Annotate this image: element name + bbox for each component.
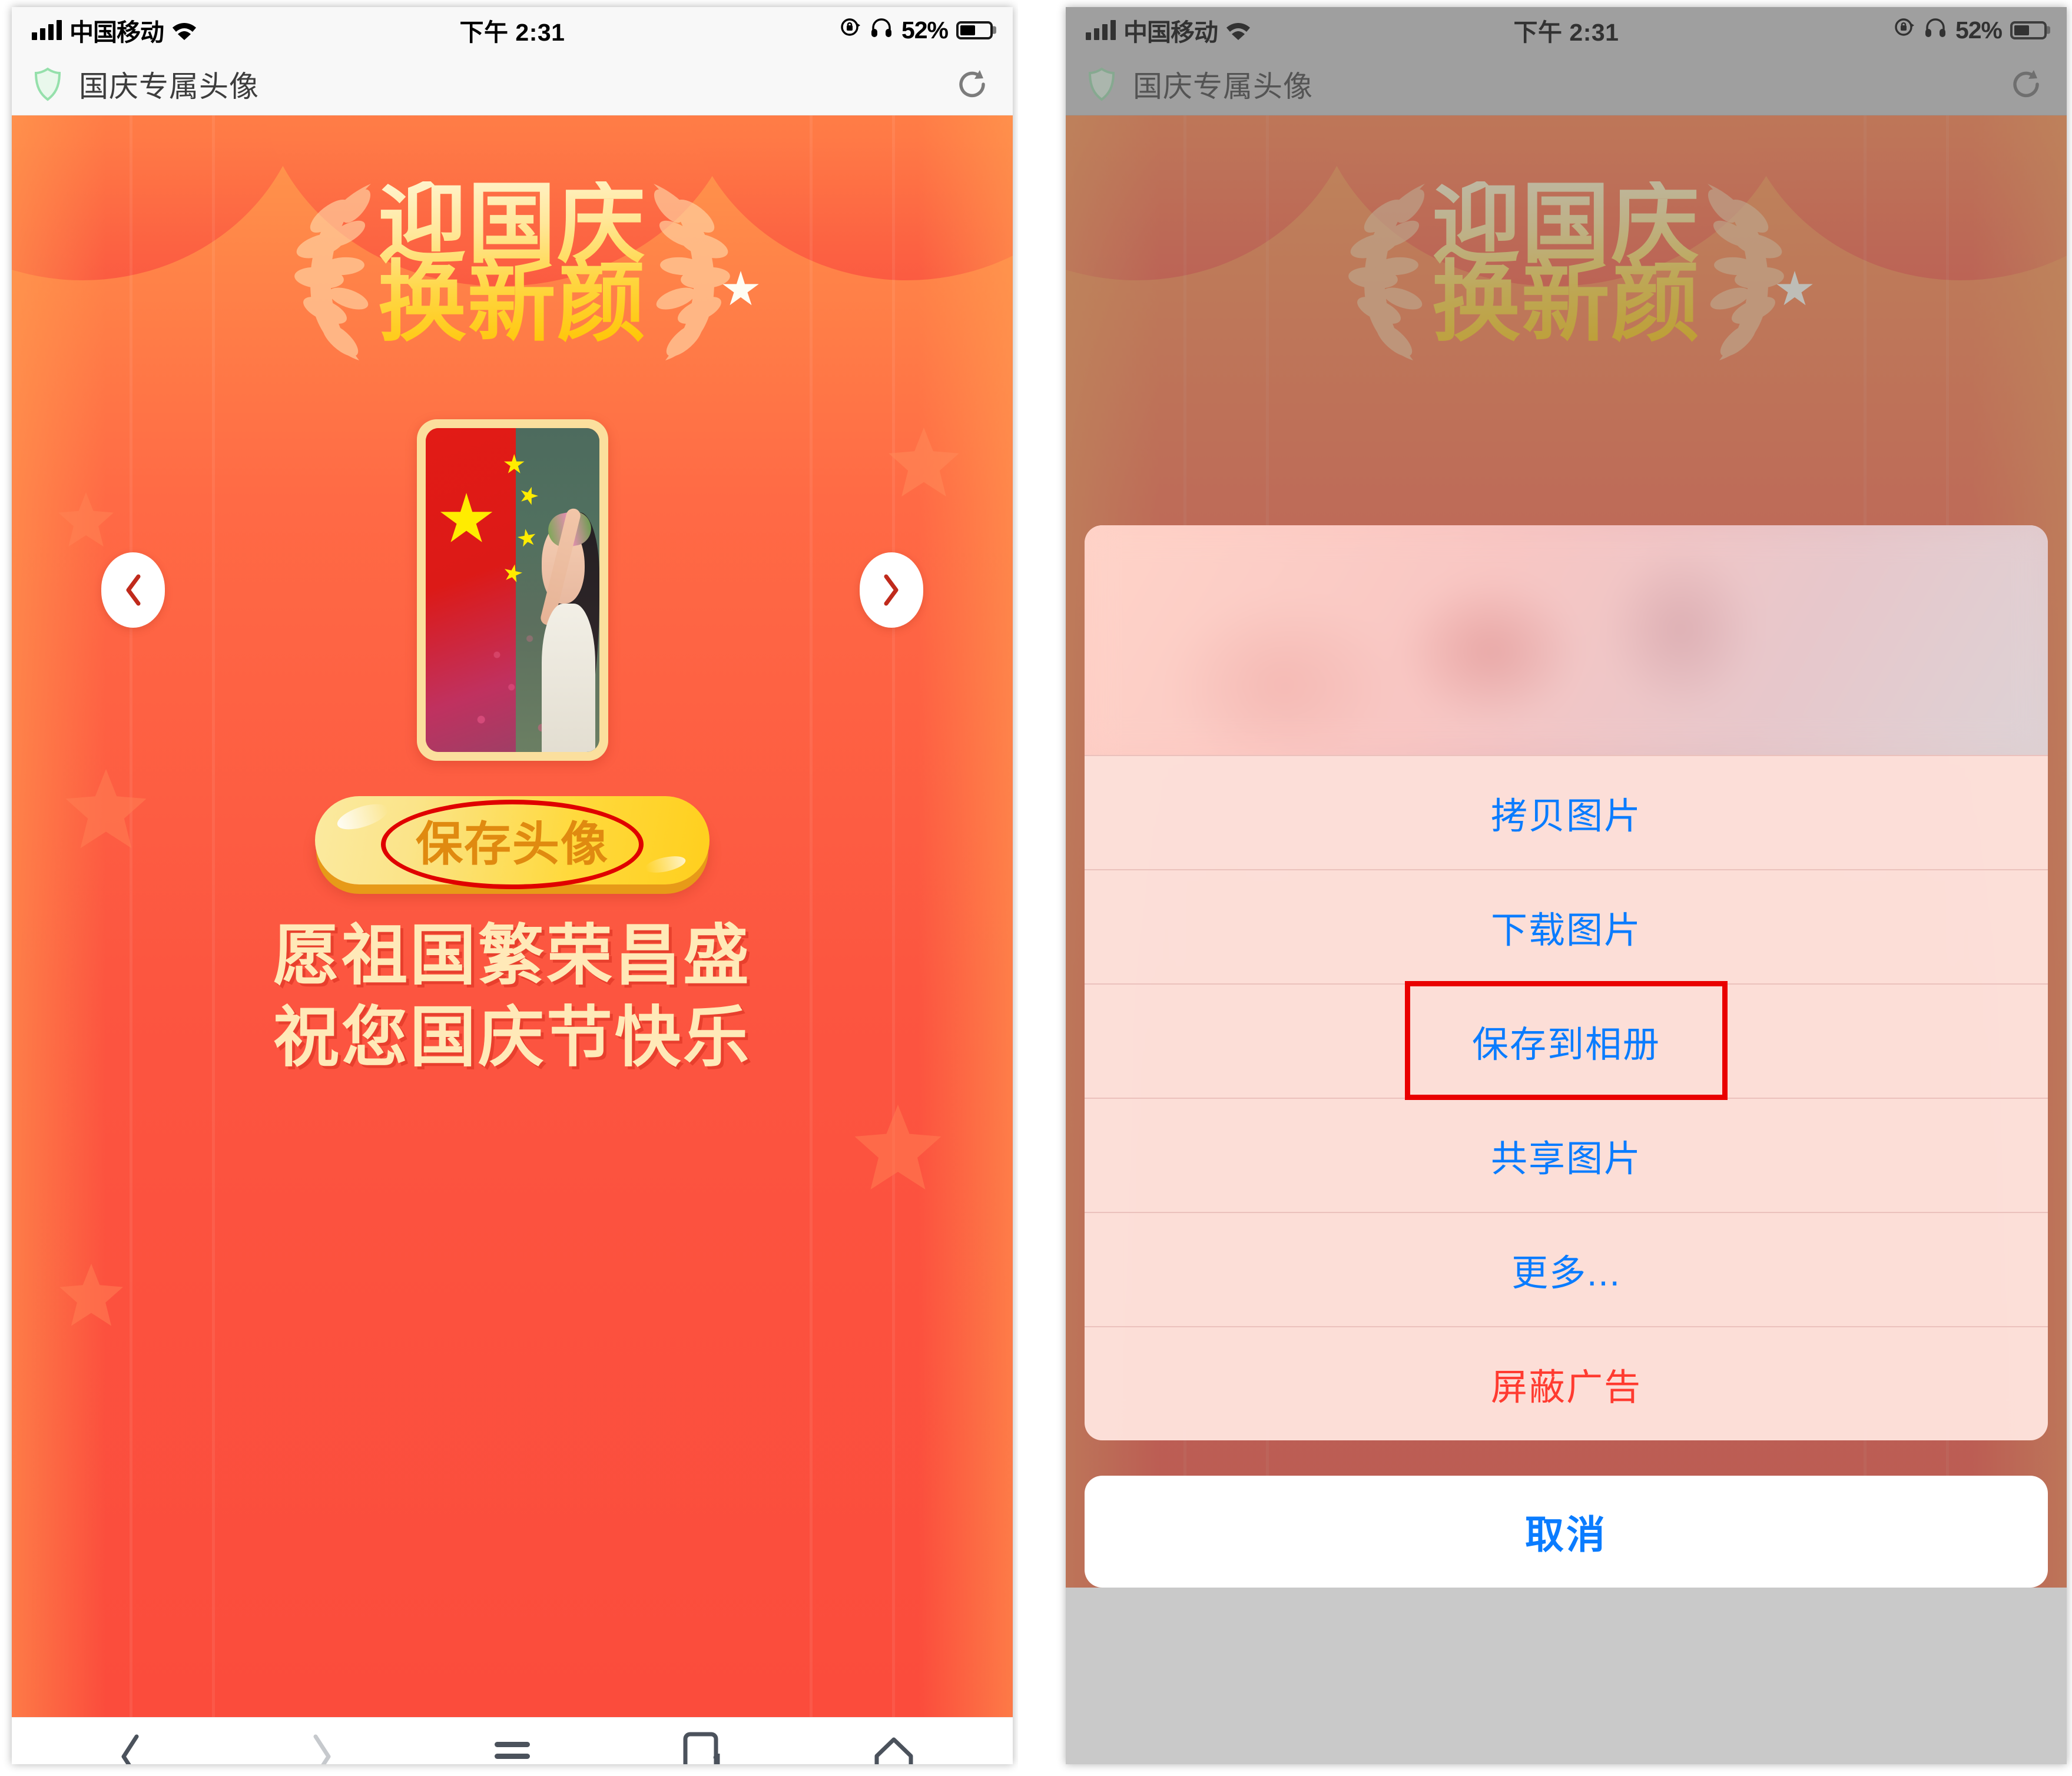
slogan-block: 愿祖国繁荣昌盛 祝您国庆节快乐 [12, 915, 1013, 1079]
rotation-lock-icon [839, 16, 861, 44]
browser-bottom-toolbar: 1 [12, 1717, 1013, 1764]
reload-icon[interactable] [953, 65, 992, 104]
webpage-content: 迎国庆 换新颜 [12, 115, 1013, 1717]
browser-tabs-button[interactable]: 1 [671, 1724, 735, 1765]
action-sheet-item-label: 拷贝图片 [1490, 796, 1642, 837]
browser-forward-button[interactable] [289, 1724, 354, 1764]
shield-icon [33, 67, 62, 101]
phone-screen-left: 中国移动 下午 2:31 52% 国庆专属头像 迎国庆 换新颜 保存头像 愿祖国… [0, 0, 1018, 1776]
action-sheet-item-block-ads[interactable]: 屏蔽广告 [1085, 1326, 2048, 1440]
screenshot-stage: 中国移动 下午 2:31 52% 国庆专属头像 迎国庆 换新颜 保存头像 愿祖国… [0, 0, 2072, 1776]
back-icon [121, 1734, 139, 1764]
browser-home-button[interactable] [861, 1724, 926, 1764]
action-sheet-item-label: 下载图片 [1490, 910, 1642, 951]
headline-line-2: 换新颜 [377, 251, 647, 354]
action-sheet-cancel-button[interactable]: 取消 [1085, 1476, 2048, 1588]
banner-headline-block: 迎国庆 换新颜 [12, 146, 1013, 382]
annotation-ellipse [381, 800, 644, 889]
page-title: 国庆专属头像 [79, 69, 259, 103]
banner-headline: 迎国庆 换新颜 [378, 181, 647, 346]
chevron-right-icon [884, 574, 899, 606]
home-icon [874, 1737, 913, 1764]
slogan-line-1: 愿祖国繁荣昌盛 [273, 917, 751, 994]
action-sheet-item-label: 共享图片 [1490, 1139, 1642, 1179]
action-sheet-item-copy-image[interactable]: 拷贝图片 [1085, 755, 2048, 869]
carousel-prev-button[interactable] [101, 552, 165, 628]
status-bar-right: 52% [839, 16, 993, 44]
save-avatar-block: 保存头像 [12, 796, 1013, 889]
forward-icon [313, 1734, 331, 1764]
chevron-left-icon [126, 574, 141, 606]
action-sheet-item-label: 更多... [1511, 1253, 1621, 1294]
action-sheet-item-share-image[interactable]: 共享图片 [1085, 1098, 2048, 1212]
status-bar: 中国移动 下午 2:31 52% [12, 7, 1013, 53]
tabs-icon: 1 [683, 1732, 725, 1765]
headphones-icon [870, 16, 893, 44]
bottom-dim-area [1066, 1588, 2067, 1764]
action-sheet: 拷贝图片 下载图片 保存到相册 共享图片 更多... 屏蔽广告 [1085, 525, 2048, 1440]
phone-screen-right: 中国移动 下午 2:31 52% 国庆专属头像 迎国庆 换新颜 拷贝图片 下载图… [1054, 0, 2072, 1776]
portrait-figure [498, 467, 599, 752]
tab-count-label: 1 [711, 1748, 725, 1765]
action-sheet-preview [1085, 525, 2048, 755]
browser-back-button[interactable] [98, 1724, 163, 1764]
action-sheet-item-label: 屏蔽广告 [1490, 1367, 1642, 1408]
battery-icon [956, 21, 993, 39]
menu-icon [495, 1741, 530, 1759]
slogan-line-2: 祝您国庆节快乐 [273, 999, 751, 1076]
action-sheet-item-label: 保存到相册 [1471, 1025, 1660, 1065]
action-sheet-item-save-to-album[interactable]: 保存到相册 [1085, 983, 2048, 1098]
battery-percent-label: 52% [901, 16, 949, 44]
avatar-preview-frame[interactable] [416, 419, 608, 761]
action-sheet-item-download-image[interactable]: 下载图片 [1085, 869, 2048, 983]
action-sheet-item-more[interactable]: 更多... [1085, 1212, 2048, 1326]
avatar-image [425, 428, 599, 752]
browser-menu-button[interactable] [480, 1724, 545, 1765]
avatar-carousel [12, 402, 1013, 778]
carousel-next-button[interactable] [860, 552, 923, 628]
cancel-label: 取消 [1525, 1513, 1607, 1556]
browser-title-bar: 国庆专属头像 [12, 53, 1013, 115]
